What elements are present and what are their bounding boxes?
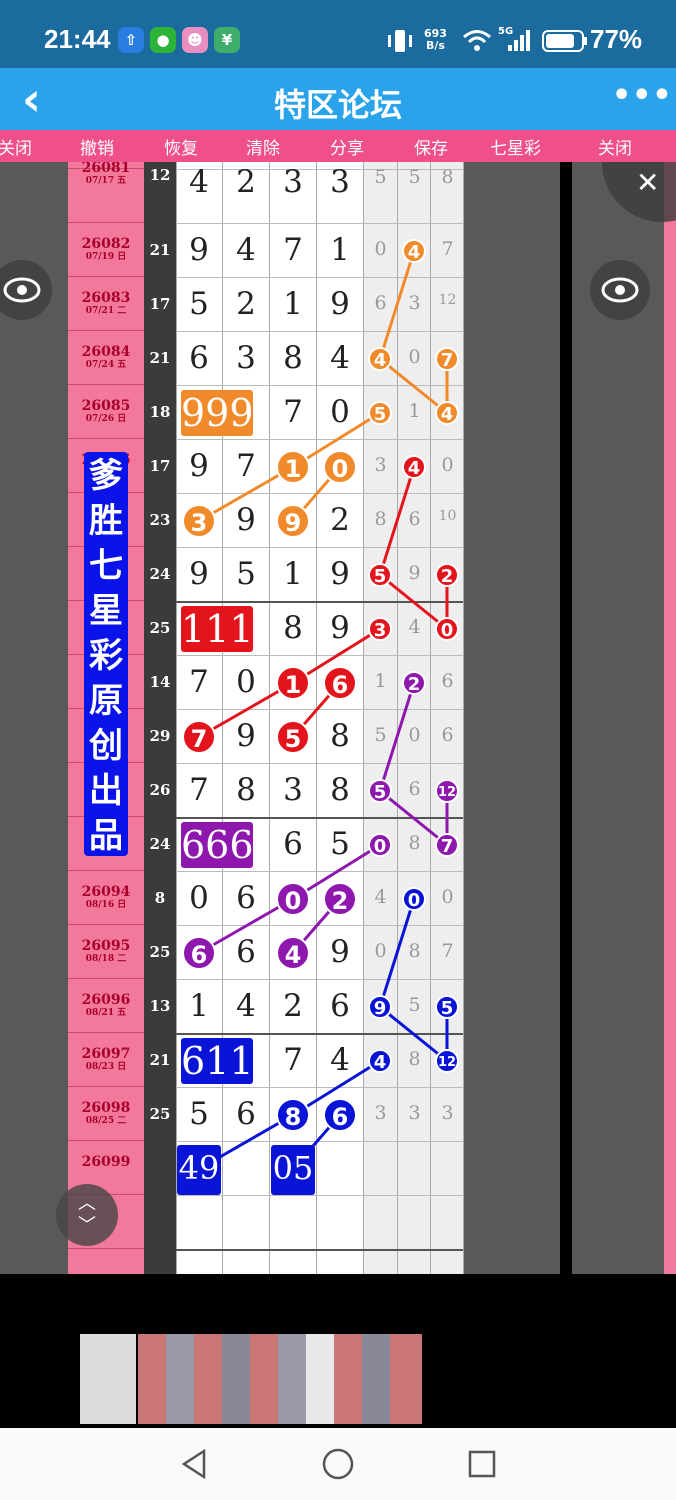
highlight-number: 666 xyxy=(181,822,254,868)
thumbnail[interactable] xyxy=(362,1334,390,1424)
thumbnail[interactable] xyxy=(222,1334,250,1424)
upload-icon: ⇧ xyxy=(118,27,144,53)
circled-small: 4 xyxy=(435,401,459,425)
system-nav-bar xyxy=(0,1428,676,1500)
circled-small: 0 xyxy=(435,617,459,641)
circled-digit: 6 xyxy=(323,1098,357,1132)
circled-small: 4 xyxy=(368,1049,392,1073)
circled-digit: 9 xyxy=(276,504,310,538)
circled-digit: 6 xyxy=(182,936,216,970)
predicted-number: 49 xyxy=(177,1145,221,1195)
thumbnail[interactable] xyxy=(334,1334,362,1424)
circled-digit: 8 xyxy=(276,1098,310,1132)
close-right-button[interactable]: 关闭 xyxy=(598,134,632,159)
eye-icon-right[interactable] xyxy=(590,260,650,320)
net-speed: 693 B/s xyxy=(424,27,447,52)
wifi-icon xyxy=(463,30,491,51)
trend-line xyxy=(378,250,416,360)
highlight-number: 111 xyxy=(181,606,254,652)
thumbnail[interactable] xyxy=(306,1334,334,1424)
clock: 21:44 xyxy=(44,24,111,54)
thumbnail[interactable] xyxy=(390,1334,422,1424)
recents-nav-icon[interactable] xyxy=(466,1448,498,1480)
thumbnail[interactable] xyxy=(138,1334,166,1424)
circled-small: 0 xyxy=(368,833,392,857)
highlight-number: 999 xyxy=(181,390,254,436)
circled-small: 3 xyxy=(368,617,392,641)
eye-icon-left[interactable] xyxy=(0,260,52,320)
circled-digit: 3 xyxy=(182,504,216,538)
finance-app-icon: ¥ xyxy=(214,27,240,53)
signal-icon xyxy=(508,30,530,51)
clear-button[interactable]: 清除 xyxy=(246,134,280,159)
circled-small: 7 xyxy=(435,833,459,857)
next-image-edge xyxy=(664,162,676,1274)
divider-bar xyxy=(560,162,572,1274)
save-button[interactable]: 保存 xyxy=(414,134,448,159)
trend-line xyxy=(378,898,416,1008)
circled-digit: 4 xyxy=(276,936,310,970)
game-icon: ☻ xyxy=(182,27,208,53)
circled-digit: 7 xyxy=(182,720,216,754)
page-title: 特区论坛 xyxy=(273,86,402,124)
thumbnail[interactable] xyxy=(194,1334,222,1424)
circled-digit: 6 xyxy=(323,666,357,700)
more-icon[interactable]: ••• xyxy=(612,78,673,113)
scroll-icon[interactable]: ︿ ﹀ xyxy=(56,1184,118,1246)
highlight-number: 611 xyxy=(181,1038,254,1084)
thumbnail[interactable] xyxy=(166,1334,194,1424)
circled-small: 12 xyxy=(435,1049,459,1073)
restore-button[interactable]: 恢复 xyxy=(164,134,198,159)
battery-percent: 77% xyxy=(590,24,643,54)
circled-small: 7 xyxy=(435,347,459,371)
back-nav-icon[interactable] xyxy=(178,1448,210,1480)
toolbar: 关闭 撤销 恢复 清除 分享 保存 七星彩 关闭 xyxy=(0,130,676,162)
thumbnail-strip xyxy=(0,1274,676,1428)
circled-small: 0 xyxy=(402,887,426,911)
circled-small: 5 xyxy=(435,995,459,1019)
share-button[interactable]: 分享 xyxy=(330,134,364,159)
circled-digit: 5 xyxy=(276,720,310,754)
home-nav-icon[interactable] xyxy=(320,1446,356,1482)
thumbnail[interactable] xyxy=(278,1334,306,1424)
circled-digit: 2 xyxy=(323,882,357,916)
circled-small: 5 xyxy=(368,563,392,587)
status-bar: 21:44 ⇧ ● ☻ ¥ 693 B/s 5G 77% xyxy=(0,0,676,68)
thumbnail[interactable] xyxy=(80,1334,136,1424)
circled-small: 9 xyxy=(368,995,392,1019)
app-bar: ‹ 特区论坛 ••• xyxy=(0,68,676,130)
circled-small: 12 xyxy=(435,779,459,803)
circled-small: 4 xyxy=(368,347,392,371)
image-viewer[interactable]: 26081 07/17 五 26082 07/19 日 26083 07/21 二 2608… xyxy=(0,162,676,1274)
circled-small: 5 xyxy=(368,779,392,803)
circled-small: 4 xyxy=(402,455,426,479)
circled-small: 5 xyxy=(368,401,392,425)
undo-button[interactable]: 撤销 xyxy=(80,134,114,159)
circled-digit: 0 xyxy=(323,450,357,484)
circled-digit: 0 xyxy=(276,882,310,916)
vibrate-icon xyxy=(388,30,412,52)
circled-small: 2 xyxy=(402,671,426,695)
battery-icon xyxy=(542,30,587,52)
promo-banner: 爹胜七星彩原创出品 xyxy=(84,452,128,856)
circled-small: 4 xyxy=(402,239,426,263)
circled-digit: 1 xyxy=(276,450,310,484)
circled-digit: 1 xyxy=(276,666,310,700)
close-left-button[interactable]: 关闭 xyxy=(0,134,32,159)
thumbnail[interactable] xyxy=(250,1334,278,1424)
lottery-button[interactable]: 七星彩 xyxy=(490,134,541,159)
trend-line xyxy=(378,466,416,576)
trend-line xyxy=(378,682,416,792)
predicted-number: 05 xyxy=(271,1145,315,1195)
circled-small: 2 xyxy=(435,563,459,587)
wechat-icon: ● xyxy=(150,27,176,53)
